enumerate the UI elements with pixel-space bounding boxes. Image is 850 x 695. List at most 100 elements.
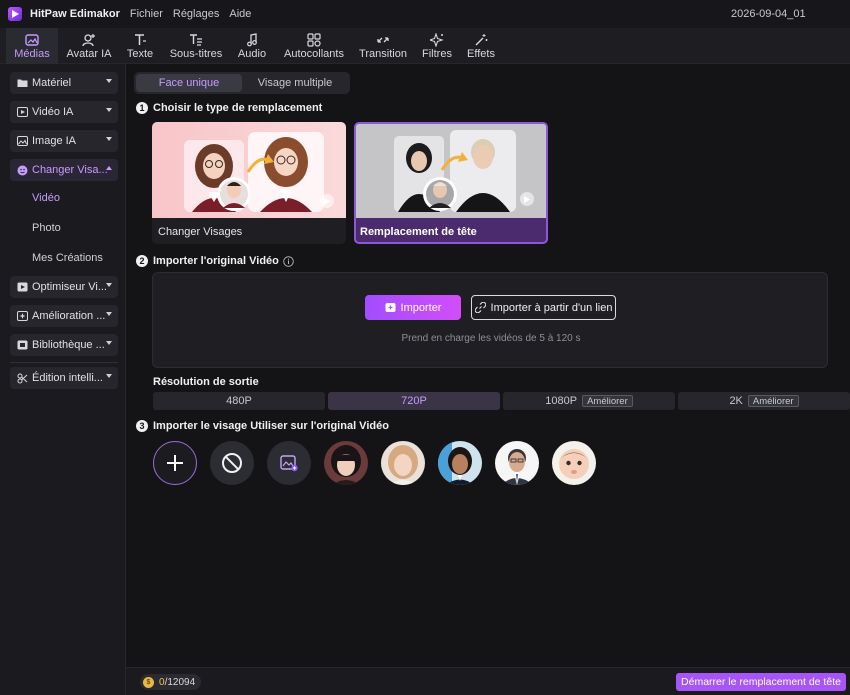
credits-total: /12094 (164, 676, 196, 688)
link-icon (474, 302, 486, 313)
tab-transition[interactable]: Transition (356, 28, 410, 64)
face-preset-3[interactable] (438, 441, 482, 485)
face-swap-icon (16, 164, 28, 176)
tab-face-unique[interactable]: Face unique (136, 74, 242, 92)
magic-wand-icon (474, 32, 488, 48)
stickers-icon (307, 32, 321, 48)
resolution-label: Résolution de sortie (153, 376, 259, 388)
resolution-1080p[interactable]: 1080P Améliorer (503, 392, 675, 410)
card-label: Changer Visages (158, 226, 243, 238)
tab-autocollants[interactable]: Autocollants (280, 28, 348, 64)
step-1-heading: 1 Choisir le type de remplacement (136, 102, 322, 114)
sidebar-item-bibliotheque[interactable]: Bibliothèque ... (10, 334, 118, 356)
coin-icon: $ (143, 676, 154, 688)
card-changer-visages[interactable]: Changer Visages (152, 122, 346, 244)
sidebar-subitem-mes-creations[interactable]: Mes Créations (32, 252, 103, 264)
add-video-icon (385, 302, 396, 313)
chevron-down-icon (106, 374, 112, 378)
step-number: 2 (136, 255, 148, 267)
ai-video-icon (16, 106, 28, 118)
menu-reglages[interactable]: Réglages (173, 8, 219, 20)
import-button[interactable]: Importer (365, 295, 461, 320)
document-title: 2026-09-04_01 (731, 8, 806, 20)
sparkle-icon (430, 32, 444, 48)
no-face-button[interactable] (210, 441, 254, 485)
upgrade-badge: Améliorer (582, 395, 633, 407)
play-icon[interactable] (320, 194, 334, 208)
face-preset-5[interactable] (552, 441, 596, 485)
face-swap-preview-image (152, 122, 346, 218)
ai-image-icon (16, 135, 28, 147)
card-label: Remplacement de tête (360, 226, 477, 238)
sidebar-subitem-photo[interactable]: Photo (32, 222, 61, 234)
upload-face-button[interactable] (267, 441, 311, 485)
face-preset-4[interactable] (495, 441, 539, 485)
sidebar-item-edition-intelligente[interactable]: Édition intelli... (10, 367, 118, 389)
resolution-720p[interactable]: 720P (328, 392, 500, 410)
folder-icon (16, 77, 28, 89)
tab-texte[interactable]: Texte (122, 28, 158, 64)
music-note-icon (245, 32, 259, 48)
library-icon (16, 339, 28, 351)
start-replacement-button[interactable]: Démarrer le remplacement de tête (676, 673, 846, 691)
step-2-heading: 2 Importer l'original Vidéo (136, 255, 294, 267)
tab-avatar-ia[interactable]: Avatar IA (62, 28, 116, 64)
sidebar-item-image-ia[interactable]: Image IA (10, 130, 118, 152)
menu-fichier[interactable]: Fichier (130, 8, 163, 20)
sidebar-item-changer-visage[interactable]: Changer Visa... (10, 159, 118, 181)
tab-visage-multiple[interactable]: Visage multiple (242, 74, 348, 92)
video-upload-zone[interactable]: Importer Importer à partir d'un lien Pre… (152, 272, 828, 368)
app-name: HitPaw Edimakor (30, 8, 120, 20)
sidebar-item-video-ia[interactable]: Vidéo IA (10, 101, 118, 123)
main-panel: Face unique Visage multiple 1 Choisir le… (126, 64, 850, 695)
sidebar: Matériel Vidéo IA Image IA Changer Visa.… (0, 64, 126, 695)
chevron-down-icon (106, 312, 112, 316)
transition-icon (376, 32, 390, 48)
tab-filtres[interactable]: Filtres (418, 28, 456, 64)
tab-medias[interactable]: Médias (6, 28, 58, 64)
sidebar-subitem-video[interactable]: Vidéo (32, 192, 60, 204)
chevron-down-icon (106, 79, 112, 83)
chevron-down-icon (106, 137, 112, 141)
chevron-down-icon (106, 283, 112, 287)
upload-hint: Prend en charge les vidéos de 5 à 120 s (401, 333, 581, 344)
credits-counter[interactable]: $ 0 /12094 (140, 674, 202, 690)
card-remplacement-de-tete[interactable]: Remplacement de tête (354, 122, 548, 244)
face-preset-2[interactable] (381, 441, 425, 485)
text-icon (133, 32, 147, 48)
add-face-button[interactable] (153, 441, 197, 485)
resolution-480p[interactable]: 480P (153, 392, 325, 410)
chevron-up-icon (106, 166, 112, 170)
sidebar-item-amelioration[interactable]: Amélioration ... (10, 305, 118, 327)
upgrade-badge: Améliorer (747, 395, 799, 407)
step-number: 1 (136, 102, 148, 114)
resolution-2k[interactable]: 2K Améliorer (678, 392, 850, 410)
sidebar-item-optimiseur-video[interactable]: Optimiseur Vi... (10, 276, 118, 298)
menu-aide[interactable]: Aide (229, 8, 251, 20)
image-upload-icon (279, 453, 299, 473)
media-icon (25, 32, 39, 48)
tab-sous-titres[interactable]: Sous-titres (166, 28, 226, 64)
play-icon[interactable] (520, 192, 534, 206)
chevron-down-icon (106, 341, 112, 345)
tab-audio[interactable]: Audio (234, 28, 270, 64)
avatar-icon (82, 32, 96, 48)
title-bar: HitPaw Edimakor Fichier Réglages Aide 20… (0, 0, 850, 28)
smart-edit-icon (16, 372, 28, 384)
subtitles-icon (189, 32, 203, 48)
step-number: 3 (136, 420, 148, 432)
app-logo-icon (8, 7, 22, 21)
chevron-down-icon (106, 108, 112, 112)
sidebar-item-materiel[interactable]: Matériel (10, 72, 118, 94)
step-3-heading: 3 Importer le visage Utiliser sur l'orig… (136, 420, 389, 432)
prohibited-icon (221, 452, 243, 474)
video-optimizer-icon (16, 281, 28, 293)
footer-bar: $ 0 /12094 Démarrer le remplacement de t… (126, 667, 850, 695)
info-icon[interactable] (283, 255, 294, 267)
tab-effets[interactable]: Effets (464, 28, 498, 64)
import-from-link-button[interactable]: Importer à partir d'un lien (471, 295, 616, 320)
sidebar-divider (10, 362, 118, 363)
face-preset-1[interactable] (324, 441, 368, 485)
enhance-icon (16, 310, 28, 322)
plus-icon (165, 453, 185, 473)
